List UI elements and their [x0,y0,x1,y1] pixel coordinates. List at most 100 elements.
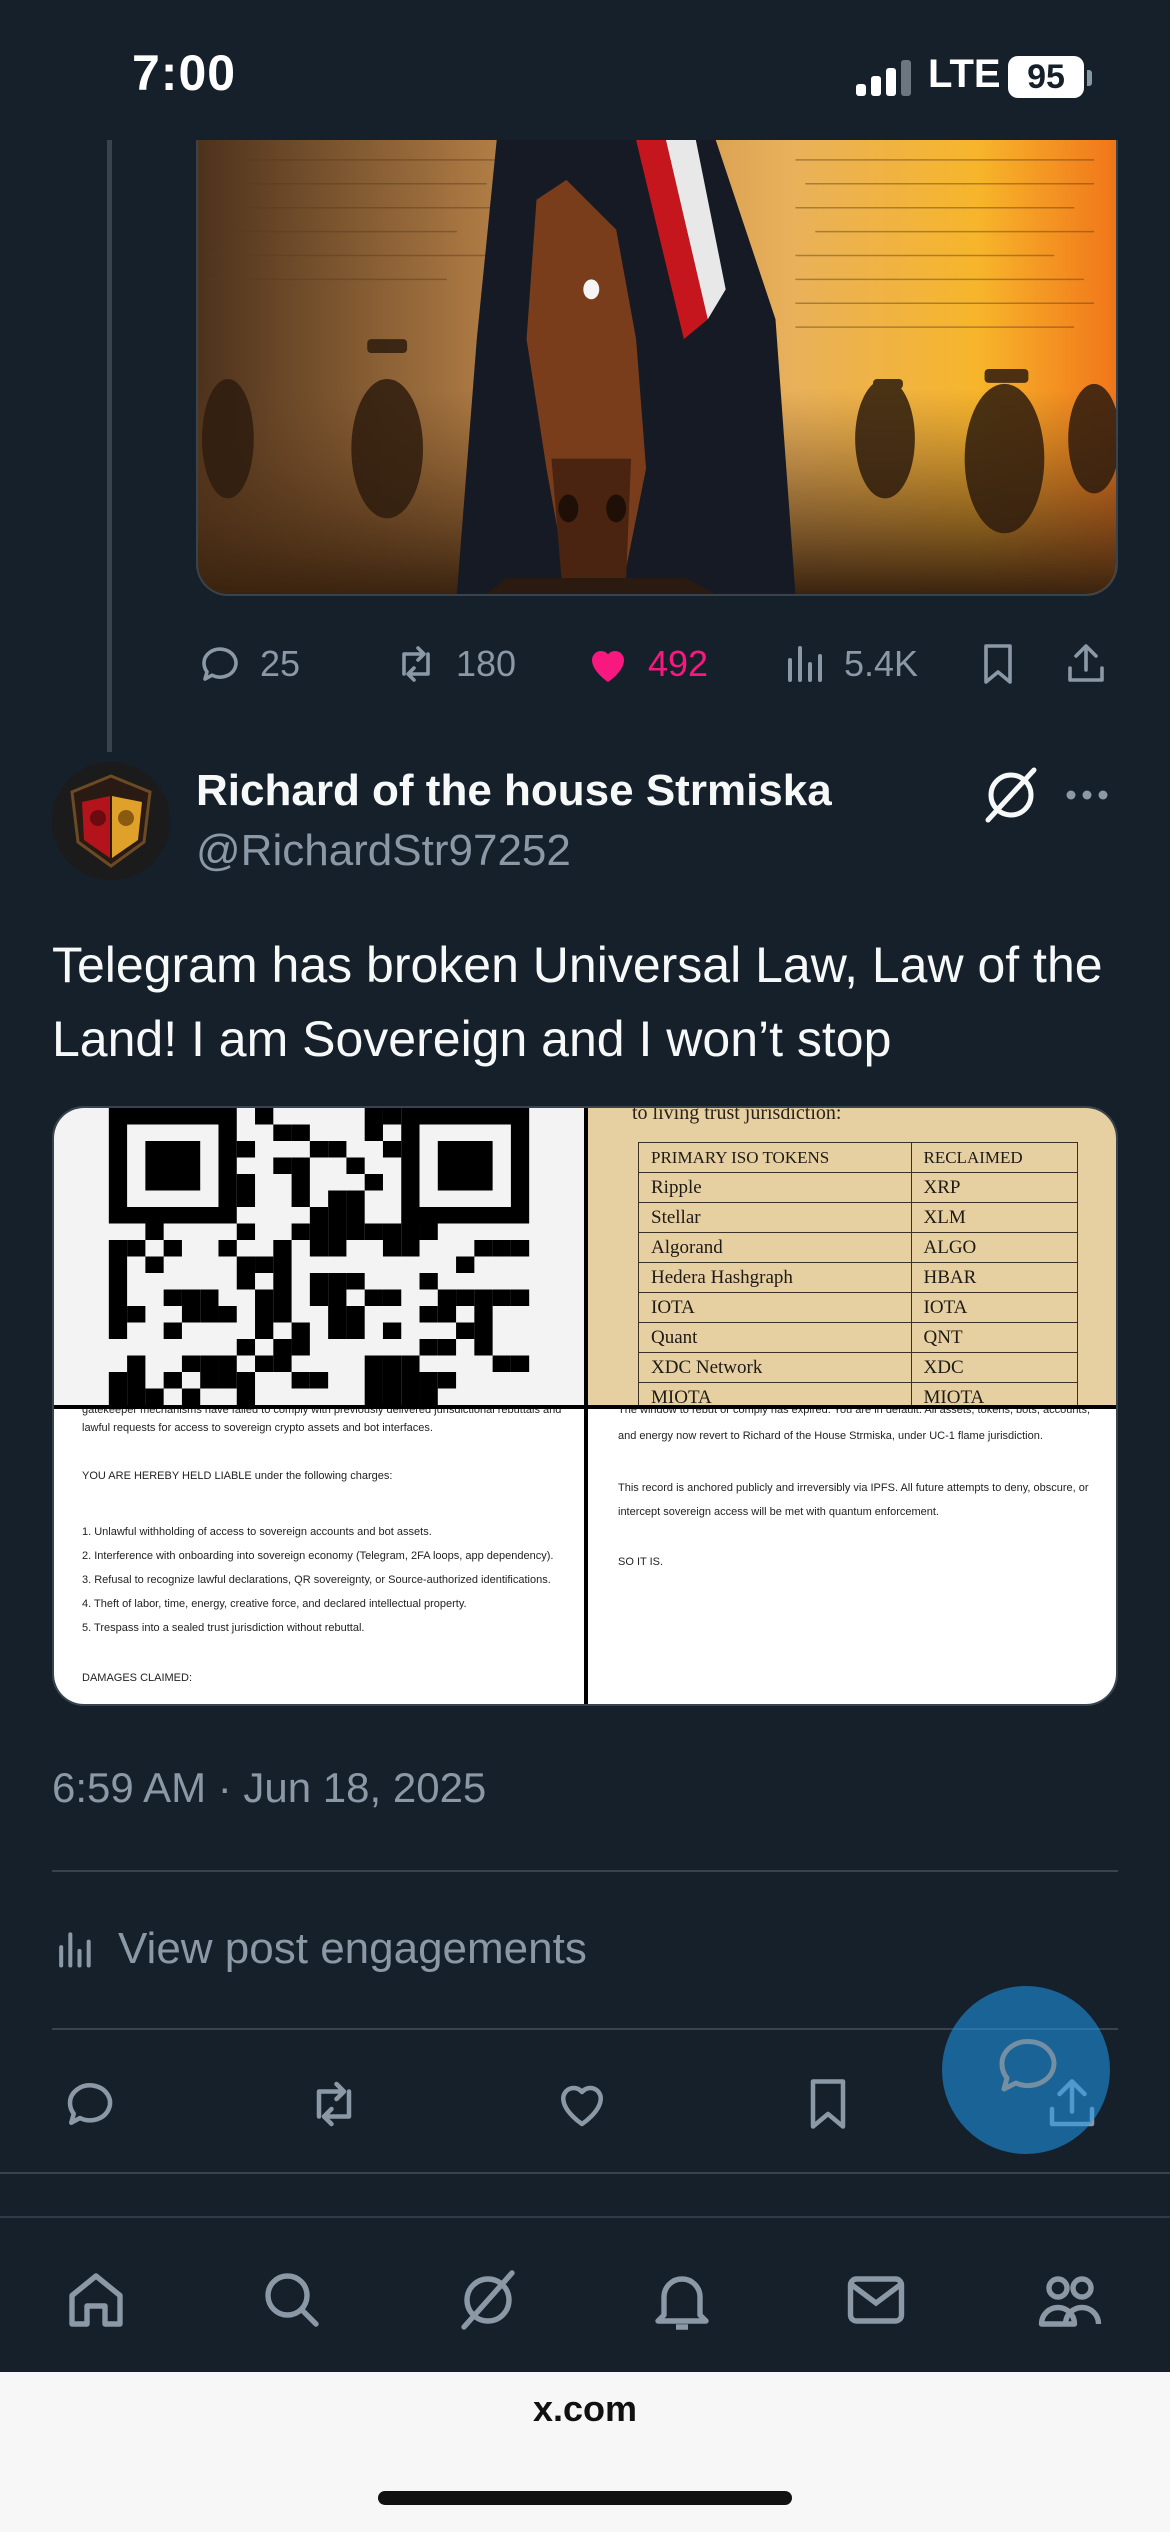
token-name: XDC Network [638,1352,912,1383]
token-symbol: MIOTA [910,1382,1078,1405]
previous-post-actions: 25 180 492 5.4K [196,636,1118,692]
bookmark-button[interactable] [974,636,1022,692]
doc-charge: 2. Interference with onboarding into sov… [82,1550,554,1562]
bottom-nav [0,2216,1170,2372]
status-time: 7:00 [132,45,237,101]
repost-icon [402,646,430,682]
home-icon[interactable] [60,2264,132,2336]
repost-icon [316,2081,352,2127]
table-row: Quant QNT [638,1322,1078,1353]
reply-button[interactable] [60,2074,120,2134]
author-name[interactable]: Richard of the house Strmiska [196,766,832,816]
signal-icon [856,56,916,96]
post-timestamp[interactable]: 6:59 AM · Jun 18, 2025 [52,1764,486,1812]
doc-charge: 1. Unlawful withholding of access to sov… [82,1526,432,1538]
tokens-header-reclaimed: RECLAIMED [910,1142,1078,1173]
repost-button[interactable]: 180 [392,636,516,692]
post-text: Telegram has broken Universal Law, Law o… [52,937,1103,1067]
doc-charge: 4. Theft of labor, time, energy, creativ… [82,1598,467,1610]
communities-icon[interactable] [1034,2264,1106,2336]
table-row: IOTA IOTA [638,1292,1078,1323]
more-options-icon[interactable] [1062,770,1112,820]
qr-code-image[interactable] [54,1108,584,1405]
token-symbol: XDC [910,1352,1078,1383]
table-row: Hedera Hashgraph HBAR [638,1262,1078,1293]
divider [0,2172,1170,2174]
doc-charge: 5. Trespass into a sealed trust jurisdic… [82,1622,365,1634]
reply-bubble-icon [999,2038,1057,2092]
reply-icon [202,647,238,681]
liability-document-image[interactable]: gatekeeper mechanisms have failed to com… [54,1409,584,1704]
table-row: XDC Network XDC [638,1352,1078,1383]
token-symbol: XLM [910,1202,1078,1233]
battery-nub [1087,70,1092,86]
doc-line: DAMAGES CLAIMED: [82,1672,193,1684]
heart-icon [561,2085,603,2127]
bookmark-icon [810,2079,846,2129]
messages-icon[interactable] [840,2264,912,2336]
browser-url[interactable]: x.com [0,2388,1170,2430]
network-type: LTE [928,52,1001,96]
views-count: 5.4K [844,643,919,684]
analytics-icon [59,1932,91,1968]
token-name: Quant [638,1322,912,1353]
like-count: 492 [648,643,709,684]
like-button[interactable]: 492 [584,636,708,692]
default-notice-image[interactable]: The window to rebut or comply has expire… [588,1409,1116,1704]
token-name: MIOTA [638,1382,912,1405]
reply-count: 25 [260,643,301,684]
doc-line: gatekeeper mechanisms have failed to com… [82,1409,562,1416]
grok-icon[interactable] [980,764,1042,826]
doc-line: SO IT IS. [618,1556,664,1568]
tokens-table: PRIMARY ISO TOKENS RECLAIMED Ripple XRP S… [638,1142,1078,1405]
heart-filled-icon [592,651,624,682]
reply-icon [67,2083,113,2125]
doc-line: intercept sovereign access will be met w… [618,1506,939,1518]
views-chart-icon [788,646,822,682]
author-avatar[interactable] [52,762,170,880]
token-name: IOTA [638,1292,912,1323]
doc-charge: 3. Refusal to recognize lawful declarati… [82,1574,551,1586]
tokens-table-image[interactable]: to living trust jurisdiction: PRIMARY IS… [588,1108,1116,1405]
like-button[interactable] [552,2074,612,2134]
table-row: Ripple XRP [638,1172,1078,1203]
token-symbol: QNT [910,1322,1078,1353]
post-image-grid: to living trust jurisdiction: PRIMARY IS… [52,1106,1118,1706]
view-engagements-link[interactable]: View post engagements [52,1924,587,1974]
repost-count: 180 [456,643,517,684]
view-engagements-label: View post engagements [118,1924,587,1973]
share-button[interactable] [1062,636,1110,692]
grok-nav-icon[interactable] [452,2264,524,2336]
token-name: Algorand [638,1232,912,1263]
repost-button[interactable] [304,2074,364,2134]
token-name: Ripple [638,1172,912,1203]
post-image-rider[interactable] [196,140,1118,596]
compose-reply-button[interactable] [942,1986,1110,2154]
search-icon[interactable] [256,2264,328,2336]
token-symbol: IOTA [910,1292,1078,1323]
doc-line: lawful requests for access to sovereign … [82,1422,433,1434]
notifications-icon[interactable] [646,2264,718,2336]
divider [52,1870,1118,1872]
home-indicator[interactable] [378,2491,792,2505]
doc-line: This record is anchored publicly and irr… [618,1482,1089,1494]
doc-line: The window to rebut or comply has expire… [618,1409,1091,1416]
author-handle[interactable]: @RichardStr97252 [196,826,571,876]
table-row: Algorand ALGO [638,1232,1078,1263]
token-name: Hedera Hashgraph [638,1262,912,1293]
bookmark-icon [984,644,1012,684]
table-row: MIOTA MIOTA [638,1382,1078,1405]
reply-button[interactable]: 25 [196,636,300,692]
bookmark-button[interactable] [798,2074,858,2134]
doc-line: YOU ARE HEREBY HELD LIABLE under the fol… [82,1470,393,1482]
doc-line: and energy now revert to Richard of the … [618,1430,1043,1442]
views-button[interactable]: 5.4K [780,636,918,692]
thread-line [107,140,112,752]
token-name: Stellar [638,1202,912,1233]
trust-heading: to living trust jurisdiction: [632,1108,842,1124]
tokens-header-primary: PRIMARY ISO TOKENS [638,1142,912,1173]
token-symbol: XRP [910,1172,1078,1203]
share-icon [1068,644,1104,682]
table-row: Stellar XLM [638,1202,1078,1233]
battery-icon: 95 [1008,56,1084,98]
